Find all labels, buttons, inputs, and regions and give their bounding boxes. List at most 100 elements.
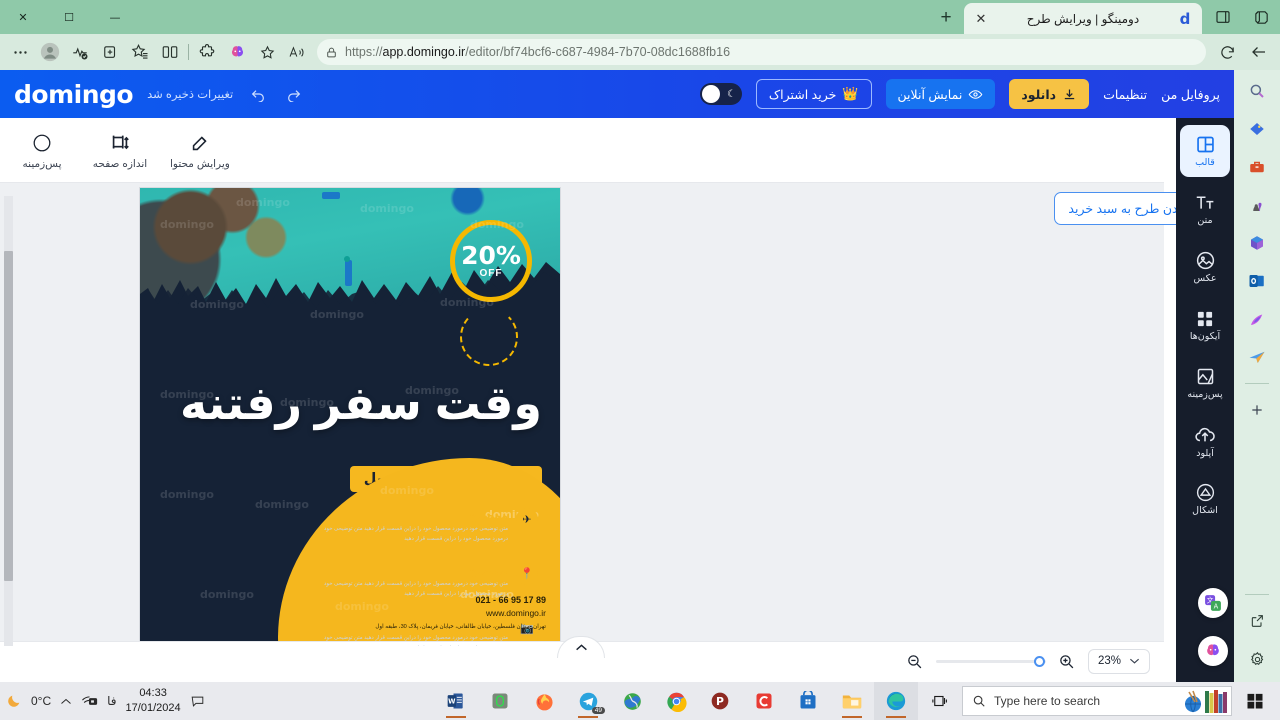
translate-icon[interactable]: 文 A xyxy=(1198,588,1228,618)
shopping-icon[interactable] xyxy=(1242,114,1272,144)
rail-item-template[interactable]: قالب xyxy=(1180,125,1230,177)
settings-more-icon[interactable] xyxy=(6,39,34,65)
download-icon xyxy=(1062,87,1077,102)
tab-actions-icon[interactable] xyxy=(1204,0,1242,34)
address-bar[interactable]: https://app.domingo.ir/editor/bf74bcf6-c… xyxy=(317,39,1206,65)
file-explorer-icon[interactable] xyxy=(830,682,874,720)
edit-content-tool[interactable]: ویرایش محتوا xyxy=(170,131,230,170)
weather-temp[interactable]: 0°C xyxy=(31,694,51,708)
word-icon[interactable]: W xyxy=(434,682,478,720)
globe-app-icon[interactable] xyxy=(610,682,654,720)
firefox-icon[interactable] xyxy=(522,682,566,720)
image-creator-icon[interactable] xyxy=(1242,304,1272,334)
maximize-button[interactable]: ☐ xyxy=(46,0,92,34)
task-view-icon[interactable] xyxy=(918,682,962,720)
rail-item-label: آیکون‌ها xyxy=(1189,330,1221,342)
poster-title[interactable]: وقت سفر رفتنه xyxy=(158,377,542,430)
rail-item-icons[interactable]: آیکون‌ها xyxy=(1180,299,1230,351)
microsoft365-icon[interactable] xyxy=(1242,228,1272,258)
minimize-button[interactable]: — xyxy=(92,0,138,34)
canvas-scrollbar[interactable] xyxy=(4,196,13,646)
language-indicator[interactable]: فا xyxy=(107,694,116,708)
rail-item-image[interactable]: عکس xyxy=(1180,241,1230,293)
taskbar-clock[interactable]: 04:33 17/01/2024 xyxy=(126,686,181,716)
rail-item-background[interactable]: پس‌زمینه xyxy=(1180,357,1230,409)
settings-link[interactable]: تنظیمات xyxy=(1103,87,1147,102)
tab-search-icon[interactable] xyxy=(1242,0,1280,34)
zoom-in-icon[interactable] xyxy=(1056,650,1078,672)
background-tool[interactable]: پس‌زمینه xyxy=(14,131,70,170)
windows-start-icon[interactable] xyxy=(1232,682,1278,720)
network-icon[interactable] xyxy=(81,695,98,708)
rail-item-text[interactable]: متن xyxy=(1180,183,1230,235)
moon-icon[interactable] xyxy=(6,693,22,709)
outlook-icon[interactable] xyxy=(1242,266,1272,296)
redo-icon[interactable] xyxy=(283,83,305,105)
send-icon[interactable] xyxy=(1242,342,1272,372)
edit-content-tool-label: ویرایش محتوا xyxy=(170,157,230,170)
settings-gear-icon[interactable] xyxy=(1242,644,1272,674)
rail-item-label: قالب xyxy=(1195,157,1215,168)
back-icon[interactable] xyxy=(1244,38,1274,66)
read-aloud-icon[interactable] xyxy=(283,39,311,65)
collections-icon[interactable] xyxy=(96,39,124,65)
close-window-button[interactable]: ✕ xyxy=(0,0,46,34)
page-size-tool[interactable]: اندازه صفحه xyxy=(92,131,148,170)
subscribe-button[interactable]: 👑 خرید اشتراک xyxy=(755,79,872,109)
zoom-level-select[interactable]: 23% xyxy=(1087,648,1150,674)
browser-tab[interactable]: d دومینگو | ویرایش طرح ✕ xyxy=(964,3,1202,34)
search-icon xyxy=(972,694,986,708)
rail-item-upload[interactable]: آپلود xyxy=(1180,415,1230,467)
profile-icon[interactable] xyxy=(36,39,64,65)
discount-badge: 20% OFF xyxy=(450,220,532,302)
c-app-icon[interactable] xyxy=(742,682,786,720)
add-icon[interactable] xyxy=(1242,395,1272,425)
profile-link[interactable]: پروفایل من xyxy=(1161,87,1220,102)
refresh-icon[interactable] xyxy=(1212,38,1242,66)
edge-sidebar xyxy=(1234,70,1280,682)
domingo-logo[interactable]: domingo xyxy=(14,80,134,109)
telegram-icon[interactable]: 49 xyxy=(566,682,610,720)
favorites-icon[interactable] xyxy=(126,39,154,65)
poster-design[interactable]: 20% OFF وقت سفر رفتنه مسافرت های آخر فصل… xyxy=(140,188,560,646)
page-size-icon xyxy=(109,131,131,155)
preview-button[interactable]: نمایش آنلاین xyxy=(885,79,996,109)
edge-icon[interactable] xyxy=(874,682,918,720)
zoom-slider[interactable] xyxy=(935,655,1046,667)
copilot-icon[interactable] xyxy=(223,39,251,65)
undo-icon[interactable] xyxy=(247,83,269,105)
toolbar-divider xyxy=(188,44,189,60)
chrome-icon[interactable] xyxy=(654,682,698,720)
rail-item-shapes[interactable]: اشکال xyxy=(1180,473,1230,525)
open-in-new-icon[interactable] xyxy=(1242,606,1272,636)
p-app-icon[interactable]: P xyxy=(698,682,742,720)
browser-essentials-icon[interactable] xyxy=(66,39,94,65)
url-text: https://app.domingo.ir/editor/bf74bcf6-c… xyxy=(345,45,731,59)
dark-mode-toggle[interactable]: ☾ xyxy=(699,83,742,105)
games-icon[interactable] xyxy=(1242,190,1272,220)
new-tab-button[interactable]: + xyxy=(932,4,960,32)
notification-icon[interactable] xyxy=(190,694,205,709)
split-screen-icon[interactable] xyxy=(156,39,184,65)
watermark: domingo xyxy=(255,498,309,511)
tools-icon[interactable] xyxy=(1242,152,1272,182)
add-favorite-icon[interactable] xyxy=(253,39,281,65)
copilot-brain-icon[interactable] xyxy=(1198,636,1228,666)
background-tool-label: پس‌زمینه xyxy=(22,157,62,170)
lock-icon xyxy=(325,46,338,59)
close-icon[interactable]: ✕ xyxy=(972,10,990,28)
green-app-icon[interactable] xyxy=(478,682,522,720)
search-icon[interactable] xyxy=(1242,76,1272,106)
scrollbar-thumb[interactable] xyxy=(4,251,13,581)
list-item[interactable]: 📍 موضوع متن توضیحی خود درمورد محصول خود … xyxy=(308,561,538,600)
show-hidden-icons-icon[interactable] xyxy=(60,697,72,706)
list-item[interactable]: ✈ موضوع متن توضیحی خود درمورد محصول خود … xyxy=(308,506,538,545)
download-button[interactable]: دانلود xyxy=(1009,79,1090,109)
zoom-slider-knob[interactable] xyxy=(1033,655,1045,667)
zoom-out-icon[interactable] xyxy=(904,650,926,672)
search-illustration-icon xyxy=(1185,690,1227,713)
moon-icon: ☾ xyxy=(726,88,736,100)
extensions-icon[interactable] xyxy=(193,39,221,65)
search-input[interactable]: Type here to search xyxy=(962,686,1232,716)
microsoft-store-icon[interactable] xyxy=(786,682,830,720)
